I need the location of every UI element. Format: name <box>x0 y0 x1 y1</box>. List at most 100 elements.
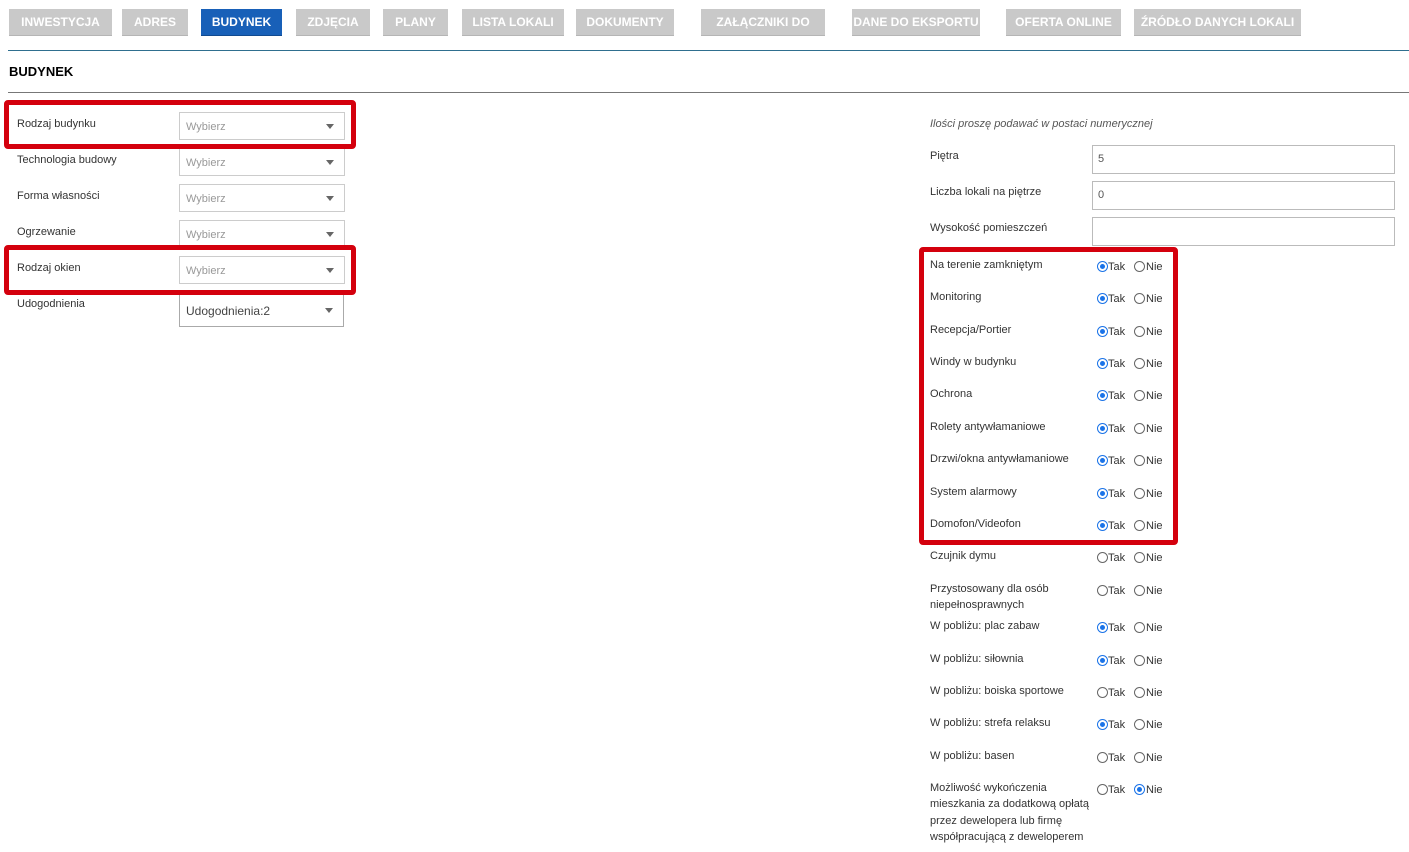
radio-no-windy-w-budynku[interactable] <box>1134 358 1145 369</box>
radio-yes-label: Tak <box>1108 784 1126 796</box>
radio-no-mozliwosc-wykonczenia-mieszkania-za-dodatkowa-oplata-przez-dewelopera-lub-firme-wspolpracujaca-z-deweloperem[interactable] <box>1134 784 1145 795</box>
label-ogrzewanie: Ogrzewanie <box>17 226 76 238</box>
radio-no-w-poblizu-silownia[interactable] <box>1134 655 1145 666</box>
label-wysokosc-pomieszczen: Wysokość pomieszczeń <box>930 222 1048 234</box>
radio-no-label: Nie <box>1146 326 1163 338</box>
radio-yes-domofon-videofon[interactable] <box>1097 520 1108 531</box>
radio-yes-label: Tak <box>1108 423 1126 435</box>
input-liczba-lokali-na-pietrze[interactable]: 0 <box>1092 181 1395 210</box>
radio-no-label: Nie <box>1146 552 1163 564</box>
caret-down-icon <box>326 124 334 129</box>
radio-yes-monitoring[interactable] <box>1097 293 1108 304</box>
caret-down-icon <box>326 160 334 165</box>
radio-yes-label: Tak <box>1108 455 1126 467</box>
radio-no-label: Nie <box>1146 784 1163 796</box>
tab-oferta-online[interactable]: OFERTA ONLINE <box>1006 9 1121 36</box>
radio-yes-system-alarmowy[interactable] <box>1097 488 1108 499</box>
radio-no-czujnik-dymu[interactable] <box>1134 552 1145 563</box>
tab-budynek[interactable]: BUDYNEK <box>201 9 282 36</box>
tab-inwestycja[interactable]: INWESTYCJA <box>9 9 112 36</box>
label-domofon-videofon: Domofon/Videofon <box>930 518 1021 530</box>
radio-yes-label: Tak <box>1108 687 1126 699</box>
radio-no-label: Nie <box>1146 455 1163 467</box>
radio-yes-w-poblizu-plac-zabaw[interactable] <box>1097 622 1108 633</box>
radio-no-label: Nie <box>1146 261 1163 273</box>
select-forma-wlasnosci[interactable]: Wybierz <box>179 184 345 212</box>
label-forma-wlasnosci: Forma własności <box>17 190 100 202</box>
radio-no-label: Nie <box>1146 655 1163 667</box>
radio-yes-label: Tak <box>1108 520 1126 532</box>
label-technologia-budowy: Technologia budowy <box>17 154 117 166</box>
radio-yes-recepcja-portier[interactable] <box>1097 326 1108 337</box>
label-mozliwosc-wykonczenia-mieszkania-za-dodatkowa-oplata-przez-dewelopera-lub-firme-wspolpracujaca-z-deweloperem: Możliwość wykończenia <box>930 782 1047 794</box>
radio-yes-mozliwosc-wykonczenia-mieszkania-za-dodatkowa-oplata-przez-dewelopera-lub-firme-wspolpracujaca-z-deweloperem[interactable] <box>1097 784 1108 795</box>
radio-yes-drzwi-okna-antywlamaniowe[interactable] <box>1097 455 1108 466</box>
label-pietra: Piętra <box>930 150 959 162</box>
select-udogodnienia[interactable]: Udogodnienia:2 <box>179 292 344 327</box>
tab-lista-lokali[interactable]: LISTA LOKALI <box>462 9 564 36</box>
radio-yes-ochrona[interactable] <box>1097 390 1108 401</box>
tab-adres[interactable]: ADRES <box>122 9 188 36</box>
radio-no-system-alarmowy[interactable] <box>1134 488 1145 499</box>
title-divider <box>8 92 1409 93</box>
radio-no-w-poblizu-plac-zabaw[interactable] <box>1134 622 1145 633</box>
label-rodzaj-budynku: Rodzaj budynku <box>17 118 96 130</box>
radio-no-label: Nie <box>1146 390 1163 402</box>
radio-no-w-poblizu-basen[interactable] <box>1134 752 1145 763</box>
radio-yes-rolety-antywlamaniowe[interactable] <box>1097 423 1108 434</box>
radio-no-label: Nie <box>1146 423 1163 435</box>
select-value: Wybierz <box>186 121 226 133</box>
radio-yes-w-poblizu-strefa-relaksu[interactable] <box>1097 719 1108 730</box>
radio-no-monitoring[interactable] <box>1134 293 1145 304</box>
tab-zrodlo-danych-lokali[interactable]: ŹRÓDŁO DANYCH LOKALI <box>1134 9 1301 36</box>
tab-zdjecia[interactable]: ZDJĘCIA <box>296 9 370 36</box>
radio-no-drzwi-okna-antywlamaniowe[interactable] <box>1134 455 1145 466</box>
label-przystosowany-dla-osob-niepelnosprawnych: niepełnosprawnych <box>930 599 1025 612</box>
label-w-poblizu-boiska-sportowe: W pobliżu: boiska sportowe <box>930 685 1064 697</box>
radio-yes-label: Tak <box>1108 390 1126 402</box>
radio-yes-przystosowany-dla-osob-niepelnosprawnych[interactable] <box>1097 585 1108 596</box>
radio-no-na-terenie-zamknietym[interactable] <box>1134 261 1145 272</box>
label-w-poblizu-strefa-relaksu: W pobliżu: strefa relaksu <box>930 717 1051 729</box>
label-mozliwosc-wykonczenia-mieszkania-za-dodatkowa-oplata-przez-dewelopera-lub-firme-wspolpracujaca-z-deweloperem: przez dewelopera lub firmę <box>930 814 1063 827</box>
radio-no-recepcja-portier[interactable] <box>1134 326 1145 337</box>
radio-no-label: Nie <box>1146 293 1163 305</box>
radio-no-w-poblizu-strefa-relaksu[interactable] <box>1134 719 1145 730</box>
label-system-alarmowy: System alarmowy <box>930 486 1017 498</box>
select-technologia-budowy[interactable]: Wybierz <box>179 148 345 176</box>
select-ogrzewanie[interactable]: Wybierz <box>179 220 345 248</box>
radio-no-ochrona[interactable] <box>1134 390 1145 401</box>
radio-yes-czujnik-dymu[interactable] <box>1097 552 1108 563</box>
radio-no-w-poblizu-boiska-sportowe[interactable] <box>1134 687 1145 698</box>
radio-yes-na-terenie-zamknietym[interactable] <box>1097 261 1108 272</box>
radio-yes-w-poblizu-silownia[interactable] <box>1097 655 1108 666</box>
select-rodzaj-budynku[interactable]: Wybierz <box>179 112 345 140</box>
label-drzwi-okna-antywlamaniowe: Drzwi/okna antywłamaniowe <box>930 453 1069 465</box>
input-wysokosc-pomieszczen[interactable] <box>1092 217 1395 246</box>
label-na-terenie-zamknietym: Na terenie zamkniętym <box>930 259 1043 271</box>
radio-yes-w-poblizu-basen[interactable] <box>1097 752 1108 763</box>
radio-yes-label: Tak <box>1108 261 1126 273</box>
radio-no-domofon-videofon[interactable] <box>1134 520 1145 531</box>
label-udogodnienia: Udogodnienia <box>17 298 85 310</box>
tab-dokumenty[interactable]: DOKUMENTY <box>576 9 674 36</box>
label-windy-w-budynku: Windy w budynku <box>930 356 1017 368</box>
radio-no-label: Nie <box>1146 520 1163 532</box>
radio-no-label: Nie <box>1146 687 1163 699</box>
tab-plany[interactable]: PLANY <box>383 9 448 36</box>
radio-no-przystosowany-dla-osob-niepelnosprawnych[interactable] <box>1134 585 1145 596</box>
tab-dane-do-eksportu[interactable]: DANE DO EKSPORTU <box>852 9 980 36</box>
radio-yes-windy-w-budynku[interactable] <box>1097 358 1108 369</box>
label-rolety-antywlamaniowe: Rolety antywłamaniowe <box>930 421 1046 433</box>
input-pietra[interactable]: 5 <box>1092 145 1395 174</box>
label-czujnik-dymu: Czujnik dymu <box>930 550 997 562</box>
radio-yes-label: Tak <box>1108 326 1126 338</box>
label-przystosowany-dla-osob-niepelnosprawnych: Przystosowany dla osób <box>930 583 1049 595</box>
radio-no-rolety-antywlamaniowe[interactable] <box>1134 423 1145 434</box>
tab-zalaczniki-do-ofert[interactable]: ZAŁĄCZNIKI DO OFERT <box>701 9 825 56</box>
radio-yes-w-poblizu-boiska-sportowe[interactable] <box>1097 687 1108 698</box>
label-ochrona: Ochrona <box>930 388 973 400</box>
numeric-note: Ilości proszę podawać w postaci numerycz… <box>930 118 1153 130</box>
radio-no-label: Nie <box>1146 622 1163 634</box>
select-rodzaj-okien[interactable]: Wybierz <box>179 256 345 284</box>
